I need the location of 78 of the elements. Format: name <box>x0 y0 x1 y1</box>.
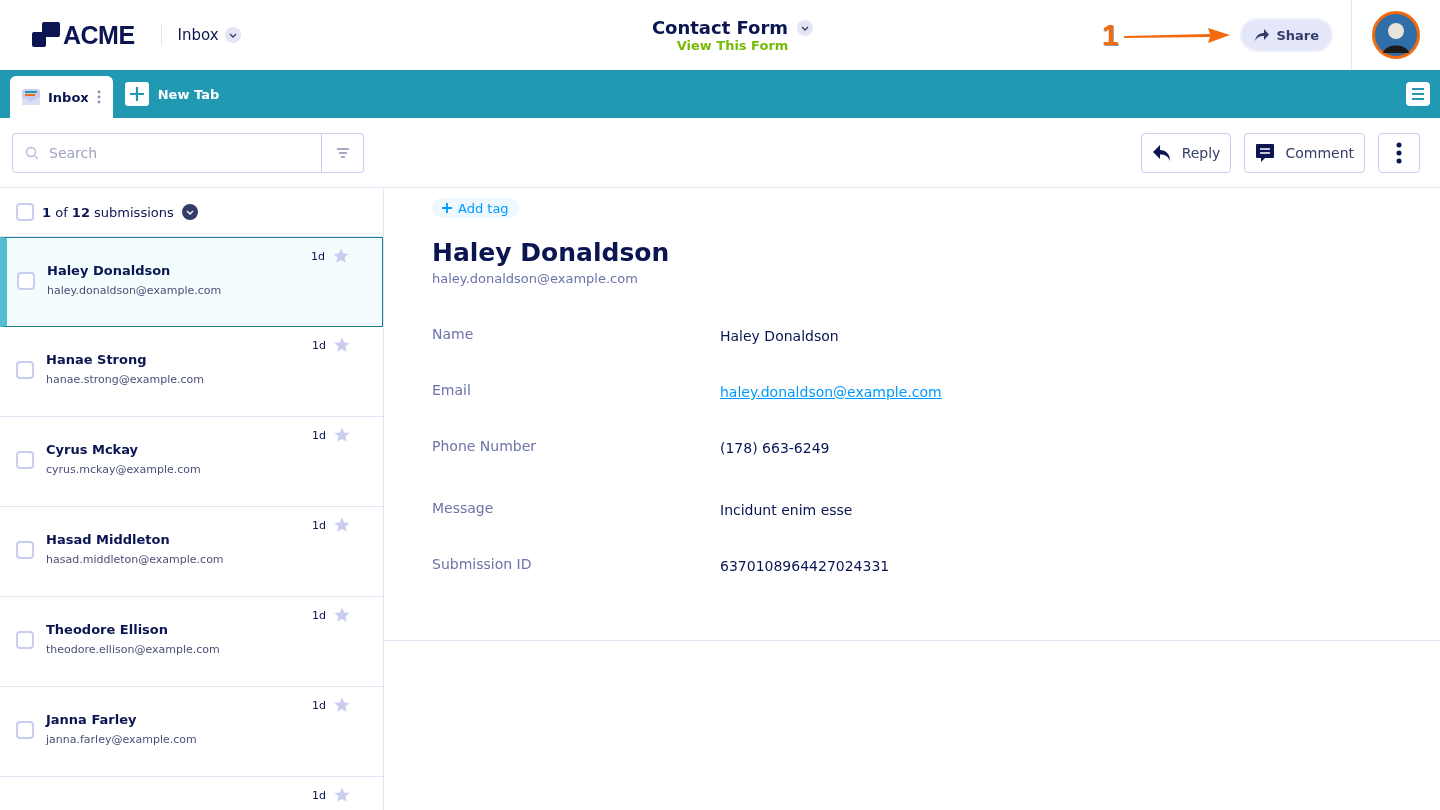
star-icon[interactable] <box>334 427 350 443</box>
filter-button[interactable] <box>322 132 364 173</box>
tab[interactable]: Inbox <box>10 76 113 118</box>
submitter-name: Hasad Middleton <box>46 532 171 547</box>
submitter-email: haley.donaldson@example.com <box>432 271 639 286</box>
time-ago: 1d <box>312 788 326 802</box>
submission-row[interactable]: Hanae Strong hanae.strong@example.com 1d <box>0 327 383 417</box>
checkbox[interactable] <box>16 361 34 379</box>
submission-count: 1 of 12 submissions <box>42 204 174 220</box>
submitter-email: theodore.ellison@example.com <box>46 643 221 656</box>
comment-button[interactable]: Comment <box>1244 132 1365 173</box>
field-value: (178) 663-6249 <box>720 439 830 458</box>
form-title: Contact Form <box>651 17 789 38</box>
submitter-name: Haley Donaldson <box>432 238 671 267</box>
star-icon[interactable] <box>334 787 350 803</box>
submitter-email: cyrus.mckay@example.com <box>46 463 202 476</box>
inbox-icon <box>22 88 40 106</box>
submitter-email: hanae.strong@example.com <box>46 373 206 386</box>
star-icon[interactable] <box>333 248 349 264</box>
share-button[interactable]: Share <box>1240 18 1333 52</box>
chevron-icon <box>224 27 241 43</box>
submission-row[interactable]: Janna Farley janna.farley@example.com 1d <box>0 687 383 777</box>
checkbox[interactable] <box>16 721 34 739</box>
dots-icon <box>96 90 101 104</box>
star-icon[interactable] <box>334 607 350 623</box>
select-all-checkbox[interactable] <box>16 203 34 221</box>
time-ago: 1d <box>312 428 326 442</box>
submitter-name: Haley Donaldson <box>47 263 172 278</box>
field-value: Haley Donaldson <box>720 327 839 346</box>
checkbox[interactable] <box>16 451 34 469</box>
star-icon[interactable] <box>334 337 350 353</box>
checkbox[interactable] <box>16 631 34 649</box>
time-ago: 1d <box>312 518 326 532</box>
checkbox[interactable] <box>16 541 34 559</box>
submitter-name: Janna Farley <box>46 712 138 727</box>
star-icon[interactable] <box>334 517 350 533</box>
search-field[interactable]: Search <box>12 132 322 173</box>
submitter-email: haley.donaldson@example.com <box>47 284 223 297</box>
callout-number: 1 <box>1101 18 1119 52</box>
field-label: Name <box>432 326 475 344</box>
plus-icon <box>124 82 149 106</box>
filter-icon <box>335 146 350 159</box>
submitter-name: Theodore Ellison <box>46 622 170 637</box>
star-icon[interactable] <box>334 697 350 713</box>
submission-row[interactable]: Cyrus Mckay cyrus.mckay@example.com 1d <box>0 417 383 507</box>
reply-button[interactable]: Reply <box>1140 132 1232 173</box>
more-button[interactable] <box>1378 132 1420 173</box>
comment-icon <box>1255 142 1276 163</box>
time-ago: 1d <box>311 249 325 263</box>
logo: ACME <box>32 20 135 50</box>
time-ago: 1d <box>312 338 326 352</box>
logo-icon <box>32 22 60 48</box>
submission-row[interactable]: 1d <box>0 777 383 810</box>
more-icon <box>1396 141 1402 164</box>
checkbox[interactable] <box>17 272 35 290</box>
share-icon <box>1254 28 1271 42</box>
field-label: Email <box>432 382 472 400</box>
menu-icon[interactable] <box>1406 82 1430 106</box>
section-dropdown[interactable]: Inbox <box>177 26 241 44</box>
field-label: Phone Number <box>432 438 538 456</box>
field-label: Message <box>432 500 495 518</box>
chevron-icon[interactable] <box>181 204 198 220</box>
submitter-email: hasad.middleton@example.com <box>46 553 225 566</box>
field-value: 6370108964427024331 <box>720 557 890 576</box>
search-icon <box>25 145 39 160</box>
submission-row[interactable]: Haley Donaldson haley.donaldson@example.com 1d <box>0 237 383 327</box>
time-ago: 1d <box>312 698 326 712</box>
reply-icon <box>1151 143 1172 162</box>
submission-row[interactable]: Theodore Ellison theodore.ellison@example.com 1d <box>0 597 383 687</box>
submitter-name: Cyrus Mckay <box>46 442 140 457</box>
submission-row[interactable]: Hasad Middleton hasad.middleton@example.com 1d <box>0 507 383 597</box>
avatar[interactable] <box>1372 11 1420 59</box>
plus-icon <box>442 203 452 213</box>
field-label: Submission ID <box>432 556 533 574</box>
time-ago: 1d <box>312 608 326 622</box>
submitter-email: janna.farley@example.com <box>46 733 198 746</box>
submitter-name: Hanae Strong <box>46 352 148 367</box>
field-value: Incidunt enim esse <box>720 501 853 520</box>
